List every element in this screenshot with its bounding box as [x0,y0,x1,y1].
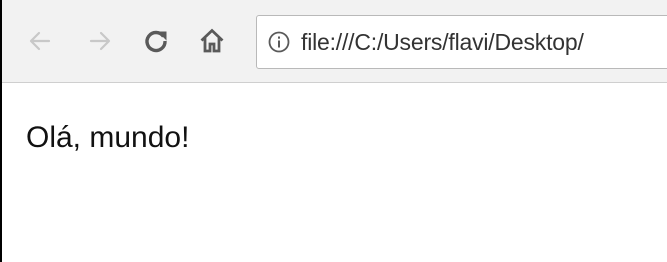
home-button[interactable] [194,22,230,60]
home-icon [200,28,224,53]
info-icon[interactable] [268,31,290,53]
forward-button[interactable] [82,22,118,60]
url-text: file:///C:/Users/flavi/Desktop/ [301,29,584,55]
address-bar[interactable]: file:///C:/Users/flavi/Desktop/ [256,15,667,69]
reload-button[interactable] [138,22,174,60]
browser-toolbar: file:///C:/Users/flavi/Desktop/ [2,0,667,83]
back-arrow-icon [29,31,51,51]
greeting-text: Olá, mundo! [26,121,190,154]
back-button[interactable] [22,22,58,60]
forward-arrow-icon [89,31,111,51]
page-content: Olá, mundo! [2,83,667,262]
browser-window: file:///C:/Users/flavi/Desktop/ Olá, mun… [0,0,667,262]
reload-icon [145,30,167,53]
